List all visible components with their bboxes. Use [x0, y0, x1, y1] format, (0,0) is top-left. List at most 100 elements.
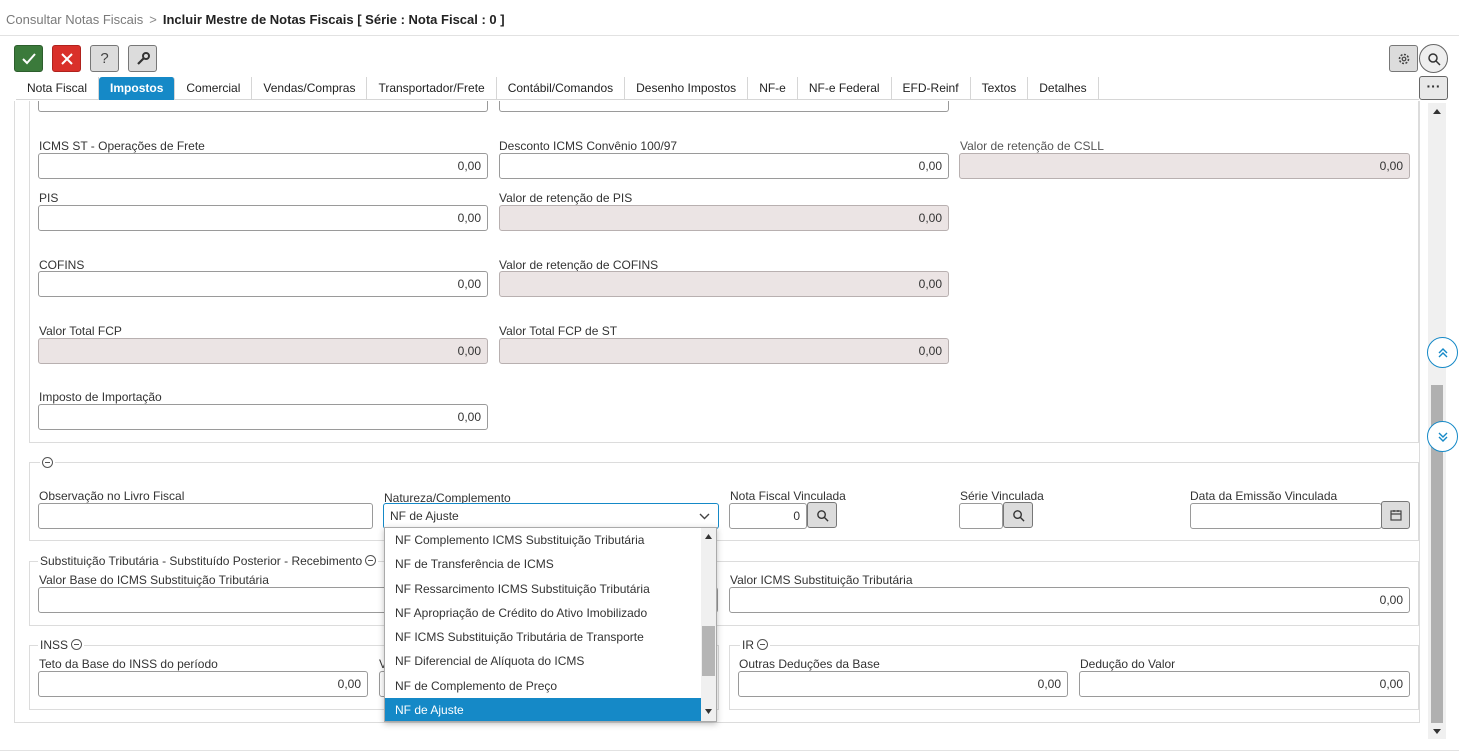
inss-teto-label: Teto da Base do INSS do período — [39, 657, 218, 671]
fcp-input: 0,00 — [38, 338, 488, 364]
breadcrumb-separator: > — [149, 12, 157, 27]
ret-pis-input: 0,00 — [499, 205, 949, 231]
dropdown-option[interactable]: NF Apropriação de Crédito do Ativo Imobi… — [385, 601, 716, 625]
nf-vinculada-search-button[interactable] — [807, 502, 837, 528]
dropdown-option[interactable]: NF de Transferência de ICMS — [385, 552, 716, 576]
inss-legend: INSS — [38, 638, 85, 652]
tab-desenho-impostos[interactable]: Desenho Impostos — [625, 77, 749, 100]
desconto-icms-input[interactable]: 0,00 — [499, 153, 949, 179]
ir-outras-input[interactable]: 0,00 — [738, 671, 1068, 697]
collapse-icon[interactable] — [365, 555, 377, 566]
obs-livro-input[interactable] — [38, 503, 373, 529]
st-legend: Substituição Tributária - Substituído Po… — [38, 554, 379, 568]
fcp-st-label: Valor Total FCP de ST — [499, 324, 618, 338]
cancel-button[interactable] — [52, 45, 81, 72]
collapse-icon[interactable] — [71, 639, 83, 650]
collapse-icon — [42, 457, 53, 468]
icms-st-frete-input[interactable]: 0,00 — [38, 153, 488, 179]
search-button[interactable] — [1419, 44, 1448, 73]
serie-vinculada-search-button[interactable] — [1003, 502, 1033, 528]
ir-deducao-label: Dedução do Valor — [1080, 657, 1176, 671]
dropdown-option[interactable]: NF ICMS Substituição Tributária de Trans… — [385, 625, 716, 649]
wrench-icon — [136, 51, 150, 65]
natureza-dropdown-list: NF Complemento ICMS Substituição Tributá… — [384, 527, 717, 722]
dropdown-option[interactable]: NF Ressarcimento ICMS Substituição Tribu… — [385, 577, 716, 601]
cut-field-1[interactable] — [38, 101, 488, 112]
ret-csll-input: 0,00 — [959, 153, 1410, 179]
double-chevron-down-icon — [1438, 432, 1447, 442]
help-button[interactable]: ? — [90, 45, 119, 72]
natureza-select[interactable]: NF de Ajuste — [383, 503, 719, 529]
importacao-input[interactable]: 0,00 — [38, 404, 488, 430]
gear-icon — [1398, 53, 1409, 64]
tab-bar: Nota Fiscal Impostos Comercial Vendas/Co… — [16, 77, 1419, 100]
cofins-input[interactable]: 0,00 — [38, 271, 488, 297]
dropdown-option[interactable]: NF de Complemento de Preço — [385, 674, 716, 698]
dropdown-scroll-thumb[interactable] — [702, 626, 715, 676]
double-chevron-up-icon — [1438, 347, 1447, 357]
close-icon — [60, 52, 73, 65]
tab-nfe[interactable]: NF-e — [748, 77, 798, 100]
tab-nfe-federal[interactable]: NF-e Federal — [798, 77, 892, 100]
pis-label: PIS — [39, 191, 59, 205]
st-legend-text: Substituição Tributária - Substituído Po… — [40, 554, 363, 568]
nf-vinculada-input[interactable]: 0 — [729, 503, 807, 529]
settings-button[interactable] — [1389, 45, 1418, 72]
scroll-to-bottom-button[interactable] — [1427, 421, 1458, 452]
dropdown-option-selected[interactable]: NF de Ajuste — [385, 698, 716, 721]
tab-comercial[interactable]: Comercial — [175, 77, 253, 100]
tab-textos[interactable]: Textos — [971, 77, 1029, 100]
ir-legend-text: IR — [742, 638, 754, 652]
inss-teto-input[interactable]: 0,00 — [38, 671, 368, 697]
icms-st-frete-label: ICMS ST - Operações de Frete — [39, 139, 205, 153]
tab-efd-reinf[interactable]: EFD-Reinf — [892, 77, 971, 100]
breadcrumb: Consultar Notas Fiscais > Incluir Mestre d… — [6, 12, 505, 27]
importacao-label: Imposto de Importação — [39, 390, 162, 404]
desconto-icms-label: Desconto ICMS Convênio 100/97 — [499, 139, 678, 153]
scroll-up-arrow-icon[interactable] — [705, 534, 712, 539]
dropdown-option[interactable]: NF Diferencial de Alíquota do ICMS — [385, 649, 716, 673]
ir-deducao-input[interactable]: 0,00 — [1079, 671, 1410, 697]
calendar-button[interactable] — [1381, 501, 1410, 529]
tab-impostos[interactable]: Impostos — [99, 77, 176, 100]
scroll-to-top-button[interactable] — [1427, 337, 1458, 368]
pis-input[interactable]: 0,00 — [38, 205, 488, 231]
ret-cofins-input: 0,00 — [499, 271, 949, 297]
tab-nota-fiscal[interactable]: Nota Fiscal — [16, 77, 100, 100]
footer-divider — [0, 750, 1459, 751]
scroll-up-arrow-icon[interactable] — [1433, 109, 1441, 114]
breadcrumb-parent-link[interactable]: Consultar Notas Fiscais — [6, 12, 143, 27]
tab-transportador-frete[interactable]: Transportador/Frete — [367, 77, 497, 100]
check-icon — [21, 52, 36, 64]
ret-cofins-label: Valor de retenção de COFINS — [499, 258, 659, 272]
cut-field-2[interactable] — [499, 101, 949, 112]
calendar-icon — [1389, 510, 1402, 521]
dropdown-scrollbar[interactable] — [701, 528, 716, 721]
tools-button[interactable] — [128, 45, 157, 72]
st-valor-input[interactable]: 0,00 — [729, 587, 1410, 613]
scroll-down-arrow-icon[interactable] — [1433, 729, 1441, 734]
st-valor-label: Valor ICMS Substituição Tributária — [730, 573, 913, 587]
ret-pis-label: Valor de retenção de PIS — [499, 191, 633, 205]
confirm-button[interactable] — [14, 45, 43, 72]
ir-legend: IR — [740, 638, 770, 652]
header-divider — [0, 35, 1459, 36]
tab-contabil-comandos[interactable]: Contábil/Comandos — [497, 77, 626, 100]
ret-csll-label: Valor de retenção de CSLL — [960, 139, 1104, 153]
data-emissao-input[interactable] — [1190, 503, 1382, 529]
cofins-label: COFINS — [39, 258, 85, 272]
tab-vendas-compras[interactable]: Vendas/Compras — [252, 77, 368, 100]
dropdown-option[interactable]: NF Complemento ICMS Substituição Tributá… — [385, 528, 716, 552]
serie-vinculada-input[interactable] — [959, 503, 1003, 529]
st-base-label: Valor Base do ICMS Substituição Tributár… — [39, 573, 269, 587]
more-options-button[interactable]: ··· — [1419, 76, 1448, 100]
search-icon — [1012, 509, 1025, 522]
obs-livro-label: Observação no Livro Fiscal — [39, 489, 185, 503]
tab-detalhes[interactable]: Detalhes — [1028, 77, 1099, 100]
scroll-down-arrow-icon[interactable] — [705, 709, 712, 714]
inss-legend-text: INSS — [40, 638, 69, 652]
collapse-icon[interactable] — [757, 639, 768, 650]
data-emissao-label: Data da Emissão Vinculada — [1190, 489, 1338, 503]
fcp-label: Valor Total FCP — [39, 324, 122, 338]
fiscal-collapse-toggle[interactable] — [40, 456, 55, 470]
